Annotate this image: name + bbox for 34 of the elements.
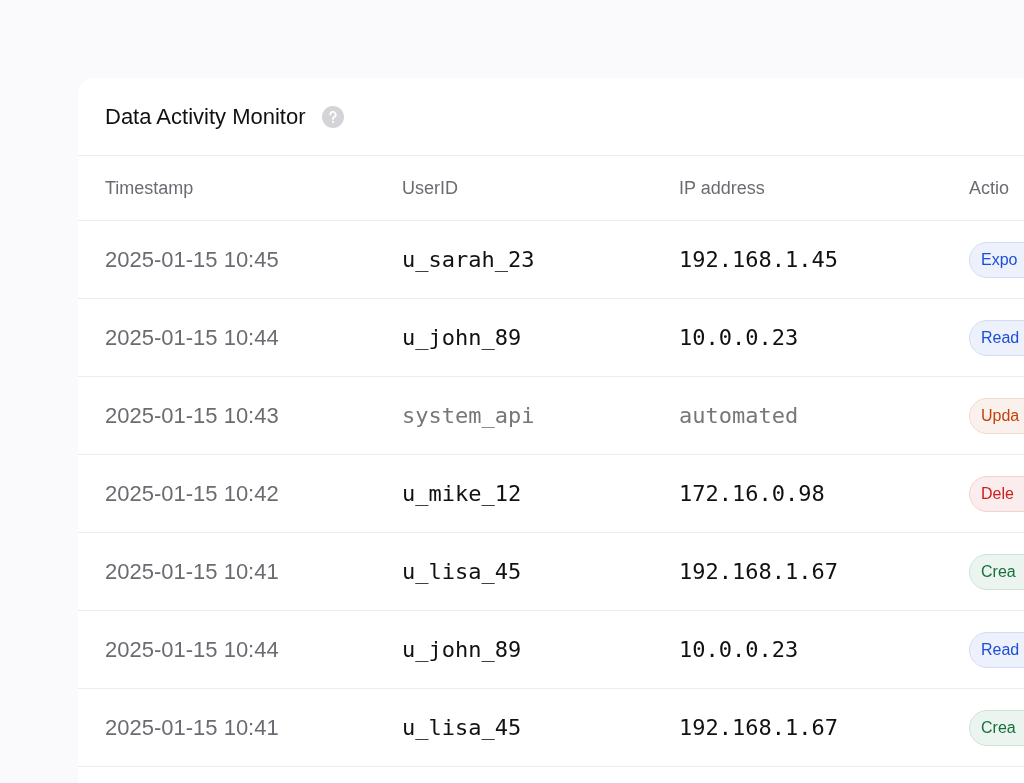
column-header: Timestamp: [105, 177, 195, 199]
action-tag: Crea: [969, 553, 1024, 590]
action-tag: Read: [969, 631, 1024, 668]
table-cell-text: 2025-01-15 10:42: [105, 480, 280, 507]
table-cell-text: u_john_89: [402, 637, 523, 662]
help-icon[interactable]: [321, 105, 344, 128]
table-cell-text: 192.168.1.67: [679, 559, 839, 584]
column-header: IP address: [679, 177, 766, 199]
table-cell-text: u_john_89: [402, 325, 523, 350]
action-tag: Dele: [969, 475, 1024, 512]
action-tag: Read: [969, 319, 1024, 356]
table-cell-text: 192.168.1.67: [679, 715, 839, 740]
column-header: UserID: [402, 177, 459, 199]
table-cell-text: system_api: [402, 403, 536, 428]
table-cell-text: 2025-01-15 10:43: [105, 402, 280, 429]
table-cell-text: 2025-01-15 10:41: [105, 558, 280, 585]
table-cell-text: u_mike_12: [402, 481, 523, 506]
table-cell-text: 2025-01-15 10:44: [105, 324, 280, 351]
table-cell-text: 172.16.0.98: [679, 481, 826, 506]
action-tag: Expo: [969, 241, 1024, 278]
table-cell-text: automated: [679, 403, 800, 428]
table-cell-text: u_lisa_45: [402, 559, 523, 584]
table-cell-text: 2025-01-15 10:44: [105, 636, 280, 663]
action-tag: Crea: [969, 709, 1024, 746]
table-cell-text: 2025-01-15 10:45: [105, 246, 280, 273]
column-header: Actio: [969, 177, 1011, 199]
action-tag: Upda: [969, 397, 1024, 434]
table-cell-text: 10.0.0.23: [679, 325, 800, 350]
table-cell-text: 2025-01-15 10:41: [105, 714, 280, 741]
card-title: Data Activity Monitor: [105, 103, 306, 130]
table-cell-text: 10.0.0.23: [679, 637, 800, 662]
table-cell-text: u_lisa_45: [402, 715, 523, 740]
table-cell-text: u_sarah_23: [402, 247, 536, 272]
table-cell-text: 192.168.1.45: [679, 247, 839, 272]
